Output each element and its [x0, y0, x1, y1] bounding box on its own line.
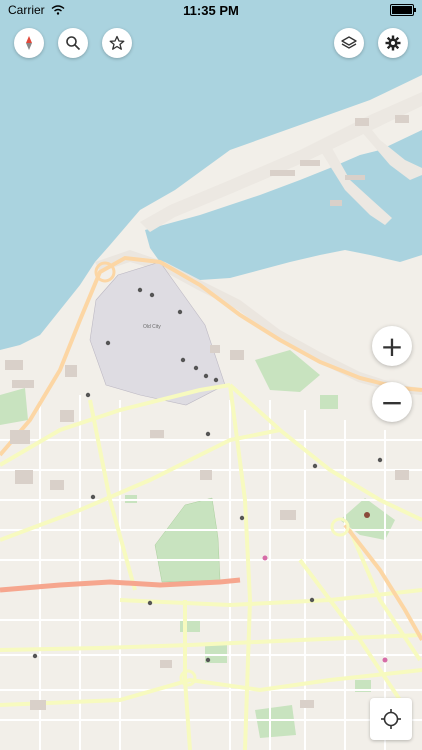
zoom-in-button[interactable]: + [372, 326, 412, 366]
favorites-button[interactable] [102, 28, 132, 58]
locate-button[interactable] [370, 698, 412, 740]
search-icon [66, 36, 81, 51]
crosshair-icon [381, 709, 401, 729]
old-city-label: Old City [143, 324, 161, 330]
poi-pink-1 [262, 555, 268, 561]
poi-pink-2 [382, 657, 388, 663]
compass-button[interactable] [14, 28, 44, 58]
star-icon [109, 35, 125, 50]
search-button[interactable] [58, 28, 88, 58]
zoom-in-label: + [380, 329, 404, 363]
zoom-out-label: − [380, 385, 404, 419]
park-small5 [320, 395, 338, 409]
map-view[interactable]: Old City [0, 0, 422, 750]
park-south [255, 705, 296, 738]
gear-icon [385, 35, 401, 51]
settings-button[interactable] [378, 28, 408, 58]
compass-icon [26, 36, 32, 50]
status-time: 11:35 PM [183, 3, 239, 18]
layers-icon [341, 36, 357, 49]
battery-icon [390, 4, 416, 16]
zoom-out-button[interactable]: − [372, 382, 412, 422]
layers-button[interactable] [334, 28, 364, 58]
poi-brown [364, 512, 370, 518]
status-bar: Carrier 11:35 PM [0, 0, 422, 20]
